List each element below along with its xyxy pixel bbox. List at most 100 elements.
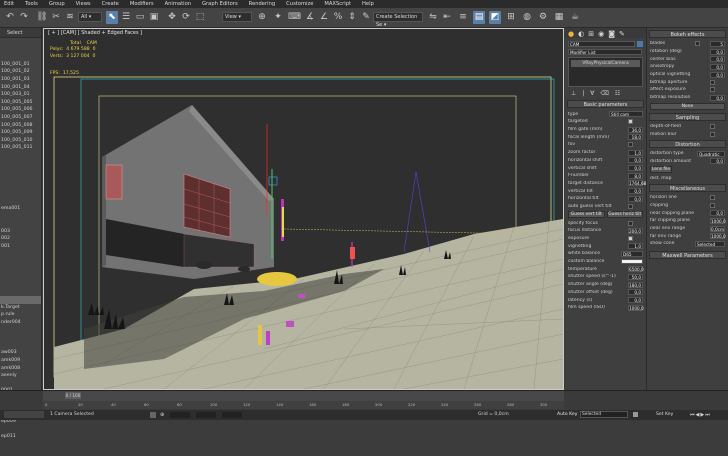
spinner-snap-icon[interactable]: ⇕ xyxy=(346,11,358,24)
param-checkbox[interactable] xyxy=(710,79,715,85)
menu-item-animation[interactable]: Animation xyxy=(165,1,191,7)
reference-coord-select[interactable]: View ▾ xyxy=(222,12,252,22)
select-object-icon[interactable]: ⬉ xyxy=(106,11,118,24)
maxwell-parameters-rollout[interactable]: Maxwell Parameters xyxy=(649,250,726,259)
scene-list-item[interactable] xyxy=(0,327,41,335)
param-value[interactable]: 50,0 xyxy=(628,273,643,280)
modifier-list-dropdown[interactable]: Modifier List xyxy=(568,48,642,55)
scene-list-item[interactable]: 003 xyxy=(0,228,41,236)
scene-list-item[interactable]: aw003 xyxy=(0,349,41,357)
param-value[interactable]: 0,0 xyxy=(710,63,725,70)
modifier-stack[interactable]: VRayPhysicalCamera xyxy=(568,57,643,88)
curve-editor-icon[interactable]: ◩ xyxy=(489,11,501,24)
modify-tab-icon[interactable]: ◐ xyxy=(578,30,584,38)
scene-list-item[interactable] xyxy=(0,53,41,61)
scene-list-item[interactable] xyxy=(0,380,41,388)
scene-list-item[interactable]: 100_005_007 xyxy=(0,114,41,122)
scene-list-item[interactable]: 100_005_005 xyxy=(0,99,41,107)
menu-item-modifiers[interactable]: Modifiers xyxy=(130,1,154,7)
display-tab-icon[interactable]: ◙ xyxy=(608,30,615,38)
scene-list-item[interactable] xyxy=(0,167,41,175)
scene-explorer-header[interactable]: Select xyxy=(0,28,41,38)
param-value[interactable]: 1,0 xyxy=(628,149,643,156)
move-icon[interactable]: ✥ xyxy=(166,11,178,24)
scene-list-item[interactable]: amk009 xyxy=(0,357,41,365)
scene-list-item[interactable]: ep011 xyxy=(0,433,41,441)
menu-item-maxscript[interactable]: MAXScript xyxy=(324,1,351,7)
scene-list-item[interactable]: 100_005_010 xyxy=(0,137,41,145)
auto-key-button[interactable]: Auto Key xyxy=(557,412,577,417)
scene-list-item[interactable] xyxy=(0,425,41,433)
utilities-tab-icon[interactable]: ✎ xyxy=(619,30,625,38)
param-value[interactable]: 0,0 xyxy=(710,56,725,63)
param-checkbox[interactable] xyxy=(710,202,715,208)
menu-item-help[interactable]: Help xyxy=(362,1,374,7)
param-value[interactable]: 18,0 xyxy=(628,134,643,141)
scene-list-item[interactable] xyxy=(0,342,41,350)
scene-list-item[interactable] xyxy=(0,440,41,448)
param-checkbox[interactable] xyxy=(710,131,715,137)
time-slider-frame[interactable]: 0 / 100 xyxy=(65,392,81,399)
pin-stack-icon[interactable]: ⊥ xyxy=(571,90,576,97)
make-unique-icon[interactable]: ∀ xyxy=(590,90,594,97)
link-icon[interactable]: ⛓ xyxy=(36,11,48,24)
keyboard-shortcut-icon[interactable]: ⌨ xyxy=(288,11,301,24)
menu-item-customize[interactable]: Customize xyxy=(286,1,313,7)
motion-tab-icon[interactable]: ◉ xyxy=(598,30,604,38)
param-value[interactable]: 0,0 xyxy=(628,188,643,195)
scene-list-item[interactable]: aeenly xyxy=(0,372,41,380)
scene-list-item[interactable] xyxy=(0,46,41,54)
scene-list-item[interactable]: 100_005_009 xyxy=(0,129,41,137)
scene-list-item[interactable]: ema001 xyxy=(0,205,41,213)
camera-type-dropdown[interactable]: Still cam xyxy=(609,111,643,118)
basic-parameters-rollout[interactable]: Basic parameters xyxy=(567,100,644,109)
param-checkbox[interactable] xyxy=(628,203,633,209)
scene-list-item[interactable] xyxy=(0,220,41,228)
menu-item-graph-editors[interactable]: Graph Editors xyxy=(202,1,238,7)
scene-list-item[interactable]: k.Target xyxy=(0,304,41,312)
scene-list-item[interactable] xyxy=(0,334,41,342)
y-coord-field[interactable] xyxy=(196,412,216,418)
unlink-icon[interactable]: ✂ xyxy=(50,11,62,24)
miscellaneous-rollout[interactable]: Miscellaneous xyxy=(649,183,726,192)
object-color-swatch[interactable] xyxy=(637,40,643,47)
param-checkbox[interactable] xyxy=(710,87,715,93)
param-value[interactable]: 180,0 xyxy=(628,281,643,288)
scene-list-item[interactable] xyxy=(0,296,41,304)
lock-selection-icon[interactable] xyxy=(150,412,156,418)
scene-list-item[interactable] xyxy=(0,182,41,190)
selection-filter[interactable]: All ▾ xyxy=(78,12,102,22)
param-checkbox[interactable] xyxy=(628,236,633,242)
distortion-amount-field[interactable]: 0,0 xyxy=(710,158,725,165)
scene-explorer-icon[interactable]: ▤ xyxy=(473,11,485,24)
scene-list-item[interactable] xyxy=(0,266,41,274)
param-value[interactable]: 0,0cm xyxy=(710,225,725,232)
show-cone-dropdown[interactable]: Selected xyxy=(695,240,725,247)
param-value[interactable]: 0,0 xyxy=(710,48,725,55)
scene-list-item[interactable]: 001 xyxy=(0,243,41,251)
menu-item-group[interactable]: Group xyxy=(49,1,65,7)
param-value[interactable]: 6500,0 xyxy=(628,266,644,273)
scene-list-item[interactable] xyxy=(0,160,41,168)
maxscript-listener[interactable] xyxy=(4,411,44,418)
window-crossing-icon[interactable]: ▣ xyxy=(148,11,160,24)
scene-list-item[interactable] xyxy=(0,258,41,266)
object-name-field[interactable]: CAM xyxy=(568,40,636,47)
scene-list-item[interactable] xyxy=(0,38,41,46)
param-value[interactable]: 0,0 xyxy=(628,165,643,172)
param-value[interactable]: 0,0 xyxy=(710,94,725,101)
scene-list-item[interactable]: amk008 xyxy=(0,365,41,373)
render-production-icon[interactable]: ☕ xyxy=(569,11,581,24)
scale-icon[interactable]: ⬚ xyxy=(194,11,206,24)
select-by-name-icon[interactable]: ☰ xyxy=(120,11,132,24)
scene-list-item[interactable]: 100_001_02 xyxy=(0,68,41,76)
param-value[interactable]: 1764,68 xyxy=(628,180,646,187)
bokeh-effects-rollout[interactable]: Bokeh effects xyxy=(649,30,726,38)
align-icon[interactable]: ⇤ xyxy=(441,11,453,24)
mirror-icon[interactable]: ⇋ xyxy=(427,11,439,24)
menu-item-rendering[interactable]: Rendering xyxy=(249,1,276,7)
rect-selection-icon[interactable]: ▭ xyxy=(134,11,146,24)
param-value[interactable]: 0,0 xyxy=(628,195,643,202)
param-checkbox[interactable] xyxy=(710,123,715,129)
color-swatch[interactable] xyxy=(621,259,643,265)
